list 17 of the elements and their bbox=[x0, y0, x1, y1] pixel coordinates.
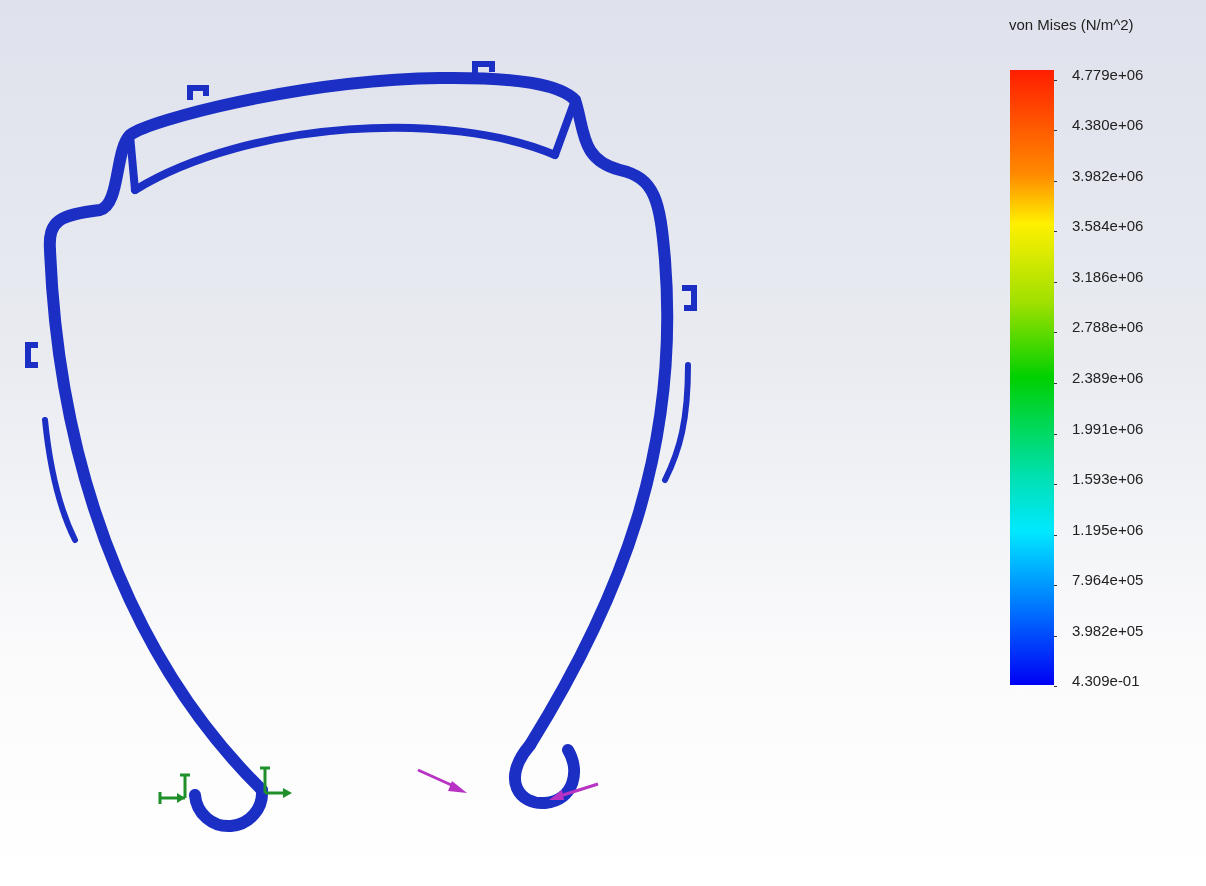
scale-value: 3.982e+06 bbox=[1072, 166, 1144, 184]
scale-value: 4.380e+06 bbox=[1072, 116, 1144, 134]
force-arrow-icon bbox=[549, 782, 599, 800]
scale-value: 2.389e+06 bbox=[1072, 368, 1144, 386]
scale-value: 4.779e+06 bbox=[1072, 65, 1144, 83]
force-arrow-icon bbox=[417, 768, 467, 793]
fixture-icon bbox=[158, 766, 292, 806]
legend-title: von Mises (N/m^2) bbox=[1008, 16, 1135, 33]
scale-value: 4.309e-01 bbox=[1072, 672, 1140, 690]
scale-value: 2.788e+06 bbox=[1072, 318, 1144, 336]
scale-value: 3.584e+06 bbox=[1072, 217, 1144, 235]
scale-value: 3.982e+05 bbox=[1072, 621, 1144, 639]
scale-value: 7.964e+05 bbox=[1072, 571, 1144, 589]
scale-value: 3.186e+06 bbox=[1072, 267, 1144, 285]
scale-value: 1.593e+06 bbox=[1072, 470, 1144, 488]
scale-value: 1.195e+06 bbox=[1072, 520, 1144, 538]
scale-value: 1.991e+06 bbox=[1072, 419, 1144, 437]
